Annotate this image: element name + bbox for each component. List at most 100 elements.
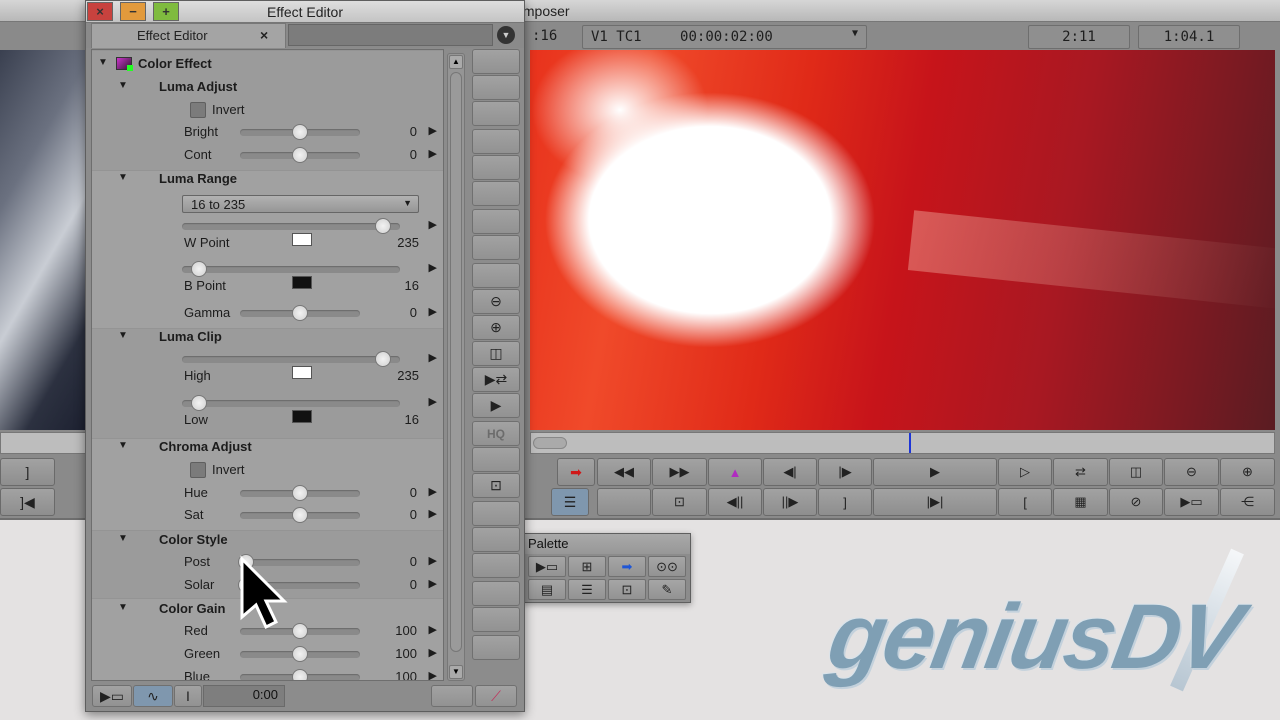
tab-menu-icon[interactable]: ▼ [497, 26, 515, 44]
tool-button[interactable] [472, 527, 520, 552]
section-color-effect[interactable]: ▼ Color Effect [92, 54, 443, 74]
frame-button[interactable]: ⊡ [472, 473, 520, 498]
graph-button[interactable]: ⟋ [475, 685, 517, 707]
slider-knob[interactable] [292, 147, 308, 163]
go-to-out-button[interactable]: ]◀ [0, 488, 55, 516]
tool-button[interactable] [472, 635, 520, 660]
luma-invert-checkbox[interactable] [190, 102, 206, 118]
tool-button[interactable] [472, 101, 520, 126]
slider-knob[interactable] [292, 485, 308, 501]
mark-out-button[interactable]: ] [0, 458, 55, 486]
palette-button[interactable]: ⊡ [608, 579, 646, 600]
effect-button[interactable]: ⋲ [1220, 488, 1275, 516]
param-value[interactable]: 16 [405, 278, 419, 293]
section-luma-clip[interactable]: ▼ Luma Clip [92, 327, 443, 347]
zoom-out-button[interactable]: ⊖ [1164, 458, 1219, 486]
palette-button[interactable]: ☰ [568, 579, 606, 600]
disclosure-triangle-icon[interactable]: ▼ [118, 602, 128, 613]
slider-knob[interactable] [292, 305, 308, 321]
mark-in-button[interactable]: [ [998, 488, 1052, 516]
param-value[interactable]: 100 [395, 623, 417, 638]
param-value[interactable]: 235 [397, 235, 419, 250]
composer-button[interactable] [597, 488, 651, 516]
mark-clip-button[interactable]: ▲ [708, 458, 762, 486]
param-value[interactable]: 0 [410, 507, 417, 522]
split-view-button[interactable]: ◫ [1109, 458, 1163, 486]
fast-forward-button[interactable]: ▶▶ [652, 458, 707, 486]
tool-button[interactable] [472, 263, 520, 288]
step-forward-10-button[interactable]: ||▶ [763, 488, 817, 516]
tool-button[interactable] [472, 49, 520, 74]
palette-button[interactable]: ▤ [528, 579, 566, 600]
play-button[interactable]: ▶ [873, 458, 997, 486]
timecode-display[interactable]: V1 TC1 00:00:02:00 ▼ [582, 25, 867, 49]
disclosure-triangle-icon[interactable]: ▼ [118, 533, 128, 544]
add-edit-button[interactable]: ▶▭ [1164, 488, 1219, 516]
slider-knob[interactable] [374, 218, 391, 234]
play-preview-button[interactable]: ▶ [472, 393, 520, 418]
palette-button[interactable]: ⊙⊙ [648, 556, 686, 577]
param-value[interactable]: 0 [410, 147, 417, 162]
dissolve-button[interactable]: ▦ [1053, 488, 1108, 516]
param-value[interactable]: 16 [405, 412, 419, 427]
param-value[interactable]: 0 [410, 485, 417, 500]
low-slider[interactable] [182, 395, 400, 411]
cont-slider[interactable] [240, 147, 360, 163]
keyframe-arrow-icon[interactable]: ▶ [429, 147, 437, 160]
tool-button[interactable] [472, 607, 520, 632]
slider-knob[interactable] [292, 669, 308, 680]
bright-slider[interactable] [240, 124, 360, 140]
high-slider[interactable] [182, 351, 400, 367]
source-timeline[interactable] [0, 432, 88, 454]
hq-button[interactable]: HQ [472, 421, 520, 446]
disclosure-triangle-icon[interactable]: ▼ [118, 172, 128, 183]
w_point-slider[interactable] [182, 218, 400, 234]
palette-title[interactable]: Palette [524, 534, 690, 554]
disclosure-triangle-icon[interactable]: ▼ [118, 440, 128, 451]
slider-knob[interactable] [191, 395, 208, 411]
step-back-10-button[interactable]: ◀|| [708, 488, 762, 516]
green-slider[interactable] [240, 646, 360, 662]
play-loop-button[interactable]: ▶⇄ [472, 367, 520, 392]
section-color-style[interactable]: ▼ Color Style [92, 530, 443, 550]
section-chroma-adjust[interactable]: ▼ Chroma Adjust [92, 437, 443, 457]
color-swatch[interactable] [292, 410, 312, 423]
rewind-button[interactable]: ◀◀ [597, 458, 651, 486]
keyframe-arrow-icon[interactable]: ▶ [429, 669, 437, 680]
section-luma-range[interactable]: ▼ Luma Range [92, 169, 443, 189]
param-value[interactable]: 100 [395, 646, 417, 661]
tool-button[interactable] [472, 447, 520, 472]
disclosure-triangle-icon[interactable]: ▼ [118, 80, 128, 91]
clear-button[interactable]: ⊘ [1109, 488, 1163, 516]
step-forward-button[interactable]: |▶ [818, 458, 872, 486]
zoom-in-button[interactable]: ⊕ [1220, 458, 1275, 486]
slider-knob[interactable] [374, 351, 391, 367]
color-swatch[interactable] [292, 276, 312, 289]
b_point-slider[interactable] [182, 261, 400, 277]
keyframe-graph-button[interactable]: ∿ [133, 685, 173, 707]
zoom-in-button[interactable]: ⊕ [472, 315, 520, 340]
tool-button[interactable] [472, 181, 520, 206]
tool-button[interactable] [472, 581, 520, 606]
tool-button[interactable] [472, 235, 520, 260]
overwrite-button[interactable]: ➡ [557, 458, 595, 486]
tool-button[interactable] [472, 129, 520, 154]
timeline-scroll-handle[interactable] [533, 437, 567, 449]
film-play-button[interactable]: ▶▭ [92, 685, 132, 707]
set-mark-button[interactable]: ⊡ [652, 488, 707, 516]
keyframe-arrow-icon[interactable]: ▶ [429, 305, 437, 318]
tool-button[interactable] [472, 75, 520, 100]
scrollbar-thumb[interactable] [450, 72, 462, 652]
slider-knob[interactable] [292, 124, 308, 140]
param-value[interactable]: 235 [397, 368, 419, 383]
sat-slider[interactable] [240, 507, 360, 523]
palette-button[interactable]: ▶▭ [528, 556, 566, 577]
section-luma-adjust[interactable]: ▼ Luma Adjust [92, 77, 443, 97]
keyframe-arrow-icon[interactable]: ▶ [429, 646, 437, 659]
luma-range-dropdown[interactable]: 16 to 235 ▼ [182, 195, 419, 213]
scroll-up-icon[interactable]: ▲ [449, 55, 463, 69]
split-screen-button[interactable]: ◫ [472, 341, 520, 366]
tool-button[interactable] [431, 685, 473, 707]
disclosure-triangle-icon[interactable]: ▼ [118, 330, 128, 341]
readout-2[interactable]: 1:04.1 [1138, 25, 1240, 49]
